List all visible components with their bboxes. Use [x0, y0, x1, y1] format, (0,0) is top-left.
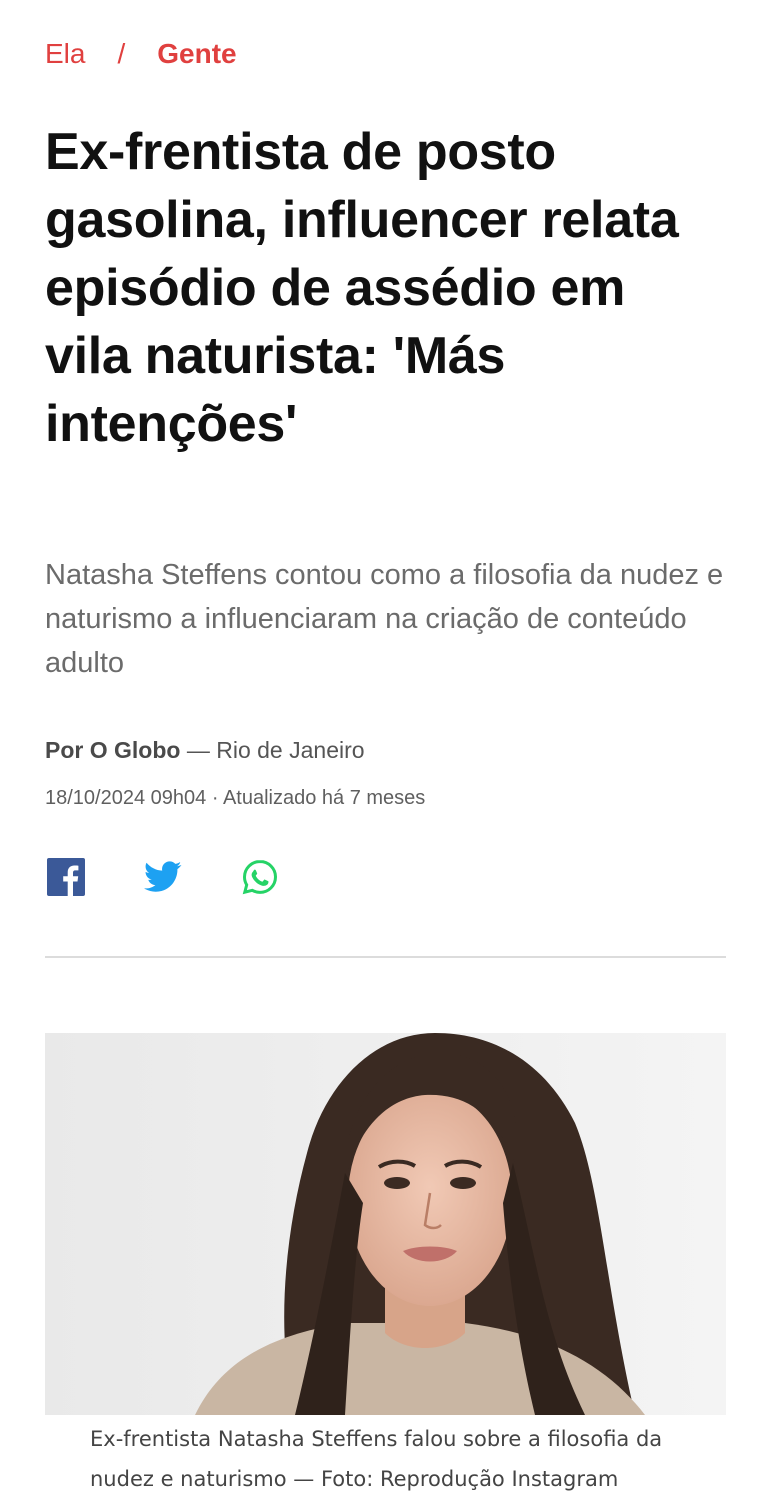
- breadcrumb-subsection-link[interactable]: Gente: [157, 38, 236, 70]
- share-whatsapp-button[interactable]: [239, 856, 281, 898]
- publish-date: 18/10/2024 09h04 · Atualizado há 7 meses: [45, 787, 426, 809]
- article-subtitle: Natasha Steffens contou como a filosofia…: [45, 559, 724, 679]
- breadcrumb-section-link[interactable]: Ela: [45, 38, 85, 70]
- breadcrumb: Ela / Gente: [45, 36, 237, 72]
- author-name: Por O Globo: [45, 737, 181, 763]
- share-facebook-button[interactable]: [45, 856, 87, 898]
- twitter-icon: [144, 861, 182, 892]
- breadcrumb-separator: /: [117, 38, 126, 69]
- photo-caption: Ex-frentista Natasha Steffens falou sobr…: [90, 1427, 663, 1491]
- author-location: — Rio de Janeiro: [186, 737, 365, 763]
- share-twitter-button[interactable]: [142, 856, 184, 898]
- facebook-icon: [47, 858, 85, 896]
- portrait-image: [45, 1033, 726, 1415]
- article-headline: Ex-frentista de posto gasolina, influenc…: [45, 123, 679, 453]
- whatsapp-icon: [242, 859, 278, 895]
- article-photo: [45, 1033, 726, 1415]
- share-bar: [45, 856, 336, 898]
- section-divider: [45, 956, 726, 958]
- byline: Por O Globo — Rio de Janeiro: [45, 734, 365, 766]
